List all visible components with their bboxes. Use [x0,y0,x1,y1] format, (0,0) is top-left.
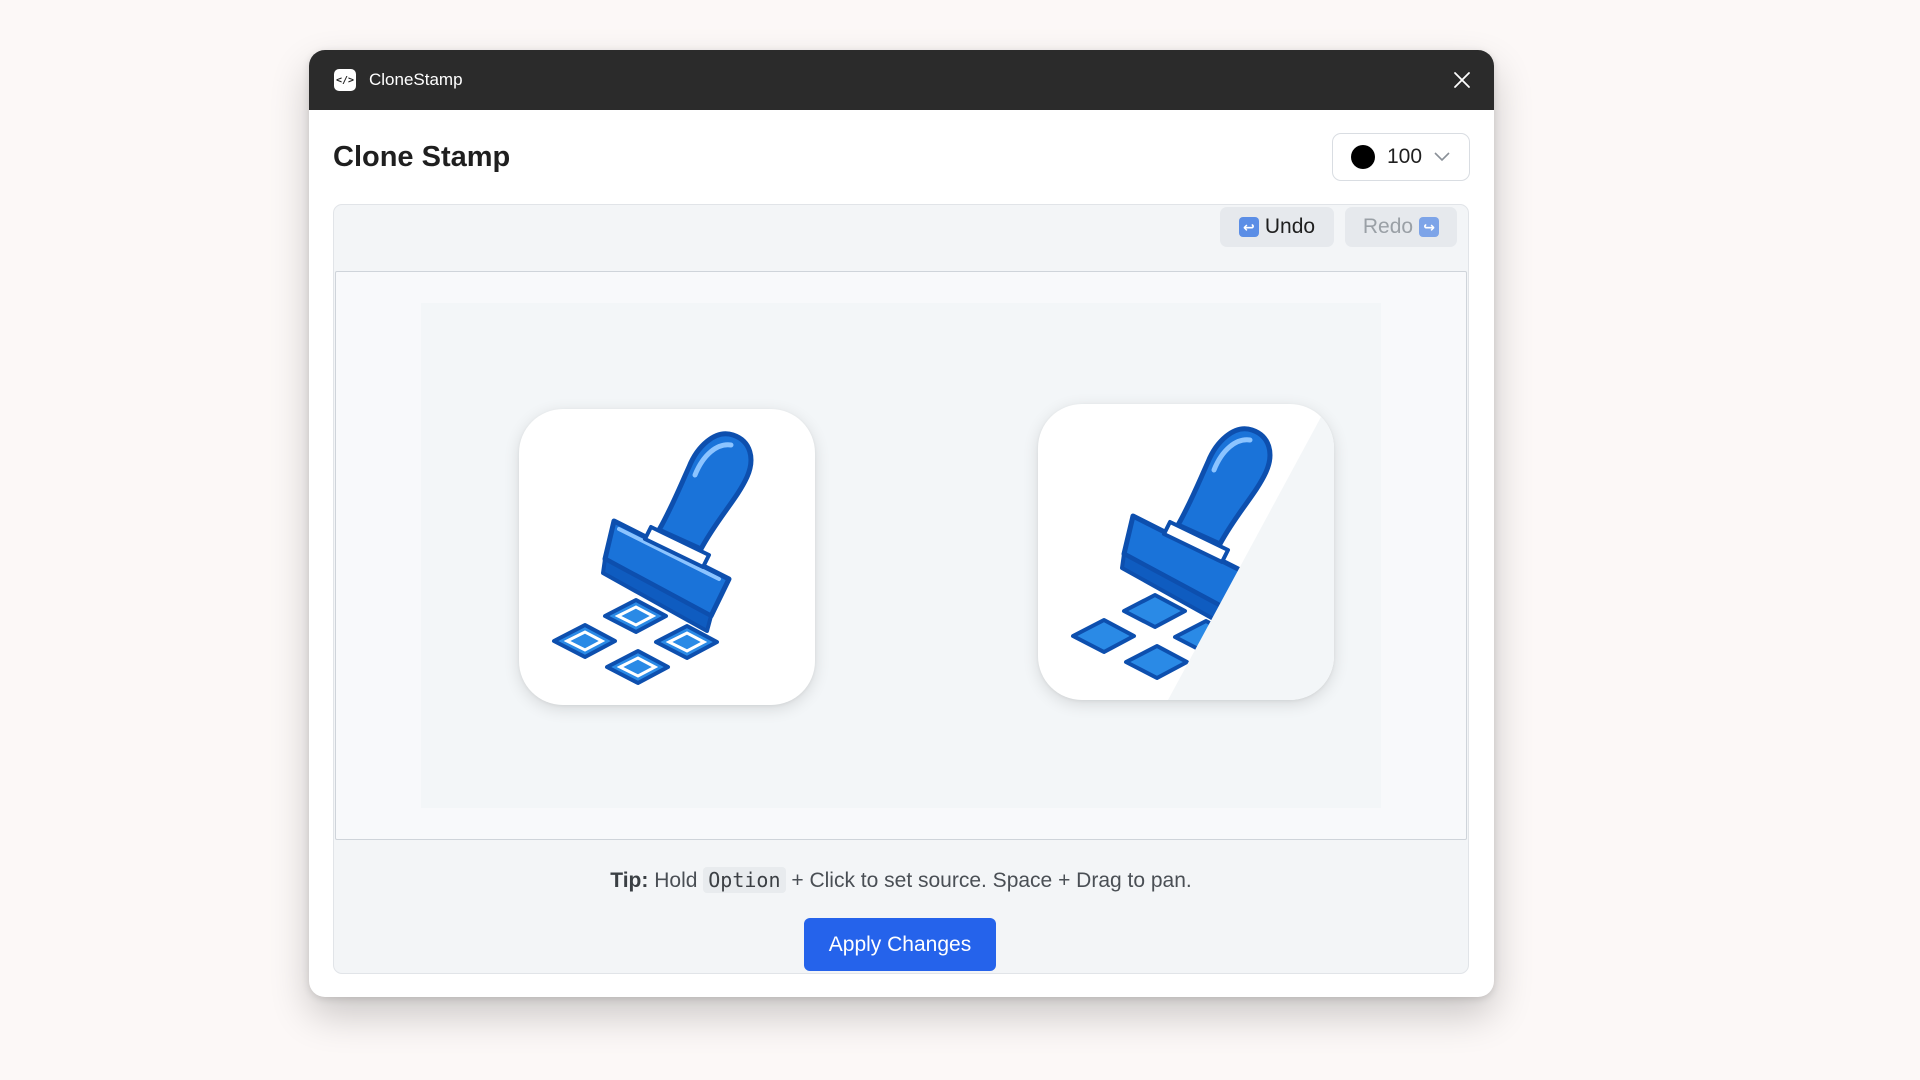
brush-size-dropdown[interactable]: 100 [1332,133,1470,181]
redo-button[interactable]: Redo ↪ [1345,207,1457,247]
brush-size-value: 100 [1387,145,1423,168]
stamp-image-original [519,409,815,705]
code-icon: </> [334,69,356,91]
clone-stamp-icon [552,431,754,685]
app-title: CloneStamp [369,70,463,89]
close-icon [1454,72,1470,88]
undo-icon: ↩ [1238,217,1259,237]
brush-color-swatch [1351,145,1375,169]
clonestamp-window: </> CloneStamp Clone Stamp 100 ↩ Undo Re… [309,50,1494,997]
redo-icon: ↪ [1419,217,1440,237]
redo-label: Redo [1362,215,1414,238]
tip-text: Tip: Hold Option + Click to set source. … [334,867,1468,893]
tip-rest: + Click to set source. Space + Drag to p… [791,869,1192,892]
close-button[interactable] [1448,66,1476,94]
tip-prefix: Tip: [610,869,649,892]
image-canvas[interactable] [335,271,1467,840]
undo-label: Undo [1264,215,1316,238]
stamp-image-edited [1038,404,1334,700]
undo-button[interactable]: ↩ Undo [1220,207,1334,247]
apply-changes-button[interactable]: Apply Changes [804,918,996,971]
chevron-down-icon [1434,152,1450,162]
title-bar: </> CloneStamp [309,50,1494,110]
editor-panel: ↩ Undo Redo ↪ Tip: Hold Option + Click t… [333,204,1469,974]
tip-key: Option [703,867,786,893]
page-title: Clone Stamp [333,141,511,173]
tip-hold: Hold [654,869,698,892]
